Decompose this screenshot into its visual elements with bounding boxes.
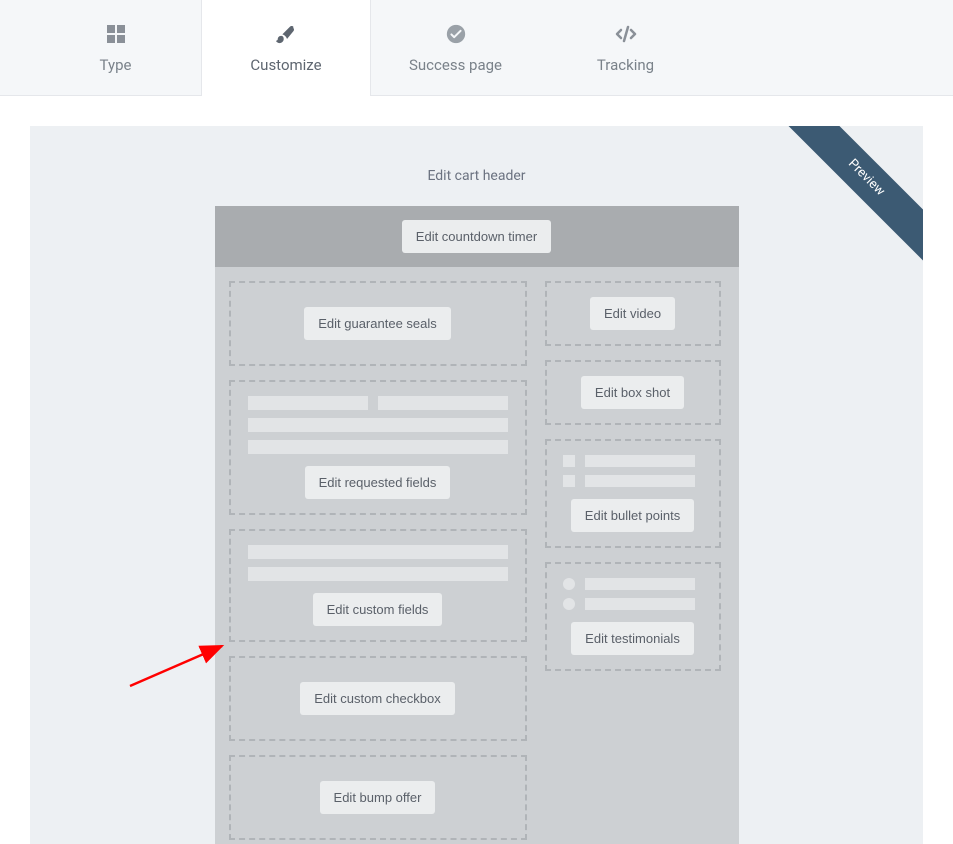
- edit-bullet-points-button[interactable]: Edit bullet points: [571, 499, 694, 532]
- countdown-section[interactable]: Edit countdown timer: [215, 206, 739, 267]
- tab-success-page[interactable]: Success page: [371, 0, 541, 95]
- tab-label: Type: [100, 56, 132, 74]
- placeholder-square: [563, 475, 575, 487]
- placeholder-bar: [248, 567, 508, 581]
- tab-label: Success page: [409, 56, 502, 74]
- placeholder-bar: [585, 475, 695, 487]
- placeholder-square: [563, 455, 575, 467]
- placeholder-bar: [378, 396, 508, 410]
- edit-cart-header[interactable]: Edit cart header: [30, 126, 923, 206]
- box-shot-section[interactable]: Edit box shot: [545, 360, 721, 425]
- canvas: Preview Edit cart header Edit countdown …: [30, 126, 923, 844]
- grid-icon: [104, 22, 128, 46]
- preview-columns: Edit guarantee seals Edit requested fiel…: [215, 267, 739, 844]
- custom-checkbox-section[interactable]: Edit custom checkbox: [229, 656, 527, 741]
- bump-offer-section[interactable]: Edit bump offer: [229, 755, 527, 840]
- edit-bump-offer-button[interactable]: Edit bump offer: [320, 781, 436, 814]
- edit-custom-fields-button[interactable]: Edit custom fields: [313, 593, 443, 626]
- left-column: Edit guarantee seals Edit requested fiel…: [229, 281, 527, 840]
- tab-tracking[interactable]: Tracking: [541, 0, 711, 95]
- placeholder-bar: [585, 578, 695, 590]
- guarantee-section[interactable]: Edit guarantee seals: [229, 281, 527, 366]
- tab-label: Tracking: [597, 56, 654, 74]
- edit-countdown-button[interactable]: Edit countdown timer: [402, 220, 551, 253]
- field-placeholders: [243, 545, 513, 581]
- placeholder-bar: [585, 455, 695, 467]
- edit-box-shot-button[interactable]: Edit box shot: [581, 376, 684, 409]
- code-icon: [614, 22, 638, 46]
- cart-page-preview: Edit countdown timer Edit guarantee seal…: [215, 206, 739, 844]
- edit-guarantee-button[interactable]: Edit guarantee seals: [304, 307, 451, 340]
- bullet-points-section[interactable]: Edit bullet points: [545, 439, 721, 548]
- requested-fields-section[interactable]: Edit requested fields: [229, 380, 527, 515]
- placeholder-circle: [563, 578, 575, 590]
- tab-type[interactable]: Type: [31, 0, 201, 95]
- video-section[interactable]: Edit video: [545, 281, 721, 346]
- edit-custom-checkbox-button[interactable]: Edit custom checkbox: [300, 682, 454, 715]
- canvas-wrap: Preview Edit cart header Edit countdown …: [0, 96, 953, 844]
- placeholder-bar: [248, 545, 508, 559]
- edit-testimonials-button[interactable]: Edit testimonials: [571, 622, 694, 655]
- tabs-left-spacer: [0, 0, 31, 95]
- placeholder-bar: [585, 598, 695, 610]
- tab-customize[interactable]: Customize: [201, 0, 371, 96]
- edit-video-button[interactable]: Edit video: [590, 297, 675, 330]
- custom-fields-section[interactable]: Edit custom fields: [229, 529, 527, 642]
- field-placeholders: [243, 396, 513, 454]
- placeholder-bar: [248, 396, 368, 410]
- edit-requested-fields-button[interactable]: Edit requested fields: [305, 466, 451, 499]
- placeholder-bar: [248, 418, 508, 432]
- brush-icon: [274, 22, 298, 46]
- testimonials-section[interactable]: Edit testimonials: [545, 562, 721, 671]
- right-column: Edit video Edit box shot Edit bullet poi…: [545, 281, 721, 840]
- tab-label: Customize: [250, 56, 321, 74]
- check-circle-icon: [444, 22, 468, 46]
- placeholder-bar: [248, 440, 508, 454]
- placeholder-circle: [563, 598, 575, 610]
- builder-tabs: Type Customize Success page Tracking: [0, 0, 953, 96]
